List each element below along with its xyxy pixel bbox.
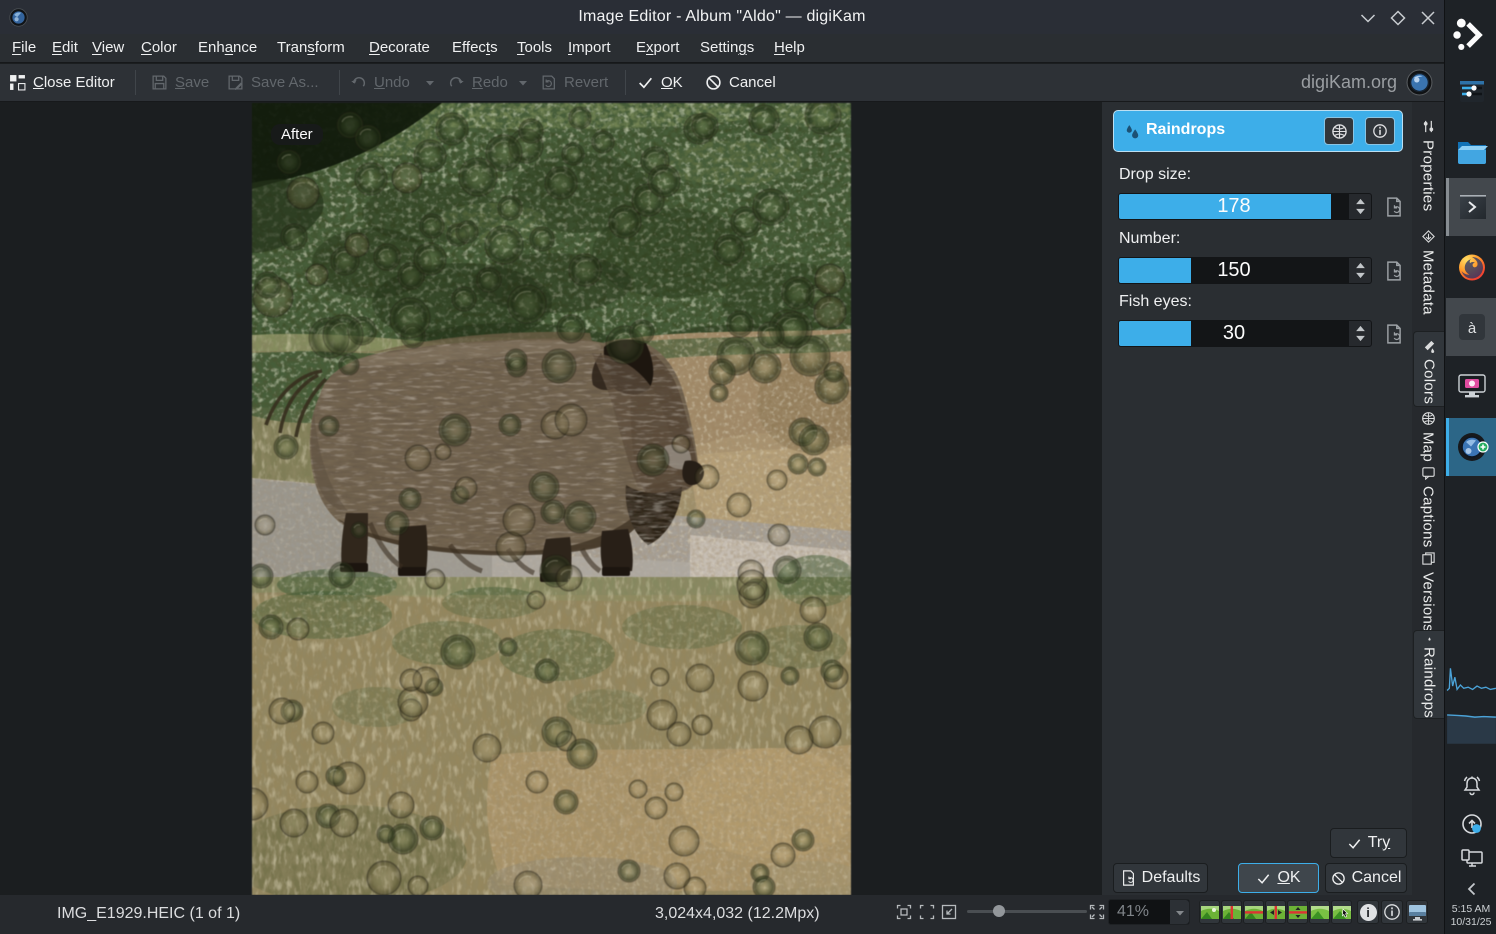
svg-text:à: à — [1467, 320, 1476, 337]
